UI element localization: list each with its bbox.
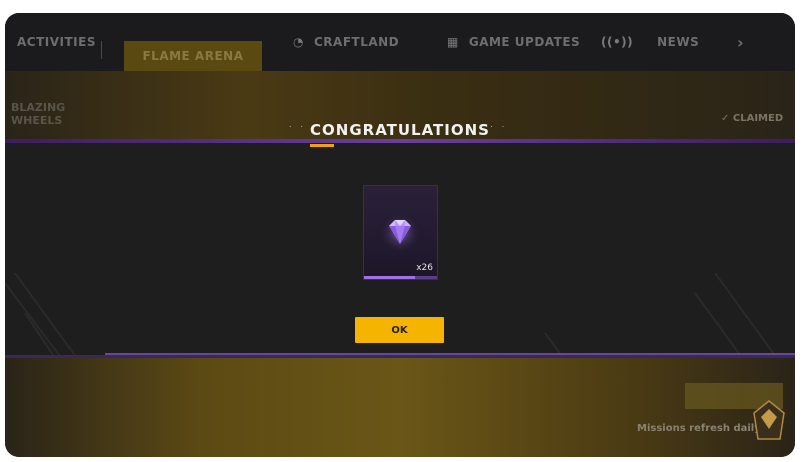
tab-label: ACTIVITIES	[17, 35, 96, 49]
reward-rarity-fill	[364, 276, 416, 279]
title-underline	[310, 144, 334, 147]
tab-flame-arena[interactable]: FLAME ARENA	[124, 41, 262, 71]
rank-emblem-icon	[753, 400, 785, 440]
background-banner-bottom	[5, 358, 795, 457]
reward-quantity: x26	[416, 263, 433, 273]
tab-game-updates[interactable]: ▦ GAME UPDATES	[447, 13, 587, 71]
tab-label: CRAFTLAND	[313, 35, 400, 49]
next-tab-arrow[interactable]: ›	[737, 13, 757, 71]
tab-craftland[interactable]: ◔ CRAFTLAND	[293, 13, 413, 71]
game-screen: ACTIVITIES FLAME ARENA ◔ CRAFTLAND ▦ GAM…	[5, 13, 795, 457]
modal-bottom-border	[105, 353, 795, 355]
modal-title: CONGRATULATIONS	[310, 121, 490, 139]
tab-label: NEWS	[657, 35, 700, 49]
ok-button[interactable]: OK	[355, 317, 444, 343]
top-navigation: ACTIVITIES FLAME ARENA ◔ CRAFTLAND ▦ GAM…	[5, 13, 795, 71]
broadcast-icon: ((•))	[601, 35, 634, 49]
calendar-icon: ▦	[447, 35, 459, 49]
diamond-icon	[380, 213, 420, 251]
tab-label: FLAME ARENA	[142, 49, 244, 63]
tab-label: GAME UPDATES	[468, 35, 581, 49]
chevron-right-icon: ›	[737, 32, 745, 52]
reward-item-card[interactable]: x26	[363, 185, 438, 280]
tab-activities[interactable]: ACTIVITIES	[17, 13, 107, 71]
craftland-icon: ◔	[293, 35, 304, 49]
title-decoration-right: ˙ ˙ ˙	[478, 126, 508, 136]
tab-news[interactable]: ((•)) NEWS	[601, 13, 699, 71]
divider	[101, 41, 102, 59]
